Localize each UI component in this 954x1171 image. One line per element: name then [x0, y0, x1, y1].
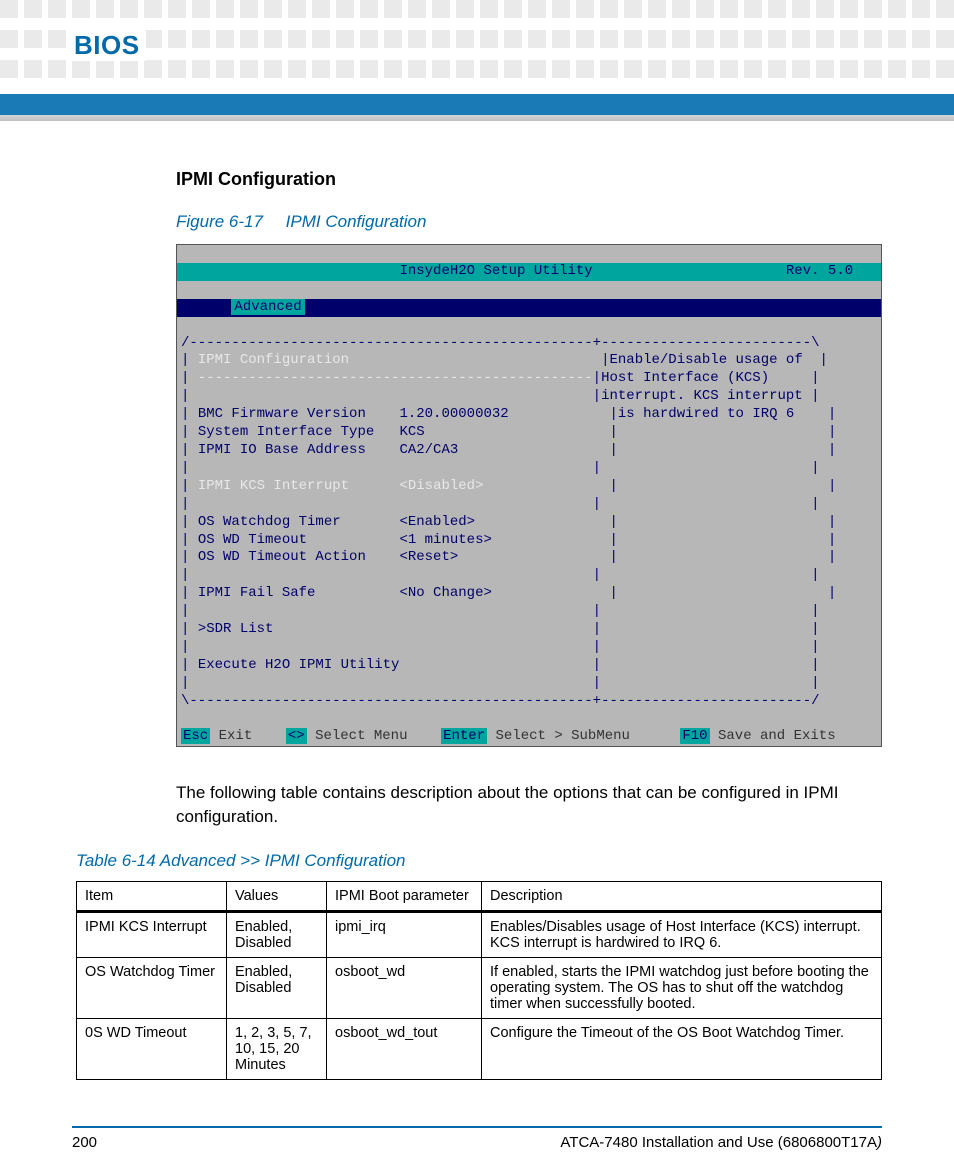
table-header: Item — [77, 881, 227, 911]
blue-divider-bar — [0, 94, 954, 116]
table-cell: 0S WD Timeout — [77, 1018, 227, 1079]
chapter-title: BIOS — [68, 30, 146, 61]
table-cell: Enables/Disables usage of Host Interface… — [482, 911, 882, 957]
table-cell: Enabled, Disabled — [227, 957, 327, 1018]
dotted-header-background: for (let r=0; r<4; r++){ document.write(… — [0, 0, 954, 90]
table-row: OS Watchdog TimerEnabled, Disabledosboot… — [77, 957, 882, 1018]
table-caption: Table 6-14 Advanced >> IPMI Configuratio… — [76, 851, 882, 871]
table-cell: 1, 2, 3, 5, 7, 10, 15, 20 Minutes — [227, 1018, 327, 1079]
figure-caption: Figure 6-17 IPMI Configuration — [176, 212, 882, 232]
table-row: 0S WD Timeout1, 2, 3, 5, 7, 10, 15, 20 M… — [77, 1018, 882, 1079]
doc-title: ATCA-7480 Installation and Use (6806800T… — [560, 1134, 877, 1151]
table-cell: Configure the Timeout of the OS Boot Wat… — [482, 1018, 882, 1079]
table-cell: Enabled, Disabled — [227, 911, 327, 957]
ipmi-config-table: Item Values IPMI Boot parameter Descript… — [76, 881, 882, 1080]
table-cell: ipmi_irq — [327, 911, 482, 957]
table-header: Description — [482, 881, 882, 911]
table-cell: IPMI KCS Interrupt — [77, 911, 227, 957]
figure-title: IPMI Configuration — [286, 212, 427, 231]
table-cell: If enabled, starts the IPMI watchdog jus… — [482, 957, 882, 1018]
table-cell: osboot_wd — [327, 957, 482, 1018]
bios-screenshot: InsydeH2O Setup Utility Rev. 5.0 Advance… — [176, 244, 882, 747]
figure-number: Figure 6-17 — [176, 212, 263, 231]
body-paragraph: The following table contains description… — [176, 781, 882, 829]
page-footer: 200 ATCA-7480 Installation and Use (6806… — [72, 1126, 882, 1151]
section-heading: IPMI Configuration — [176, 169, 882, 190]
table-header: Values — [227, 881, 327, 911]
table-cell: OS Watchdog Timer — [77, 957, 227, 1018]
table-cell: osboot_wd_tout — [327, 1018, 482, 1079]
page-number: 200 — [72, 1134, 97, 1151]
table-header: IPMI Boot parameter — [327, 881, 482, 911]
table-row: IPMI KCS InterruptEnabled, Disabledipmi_… — [77, 911, 882, 957]
